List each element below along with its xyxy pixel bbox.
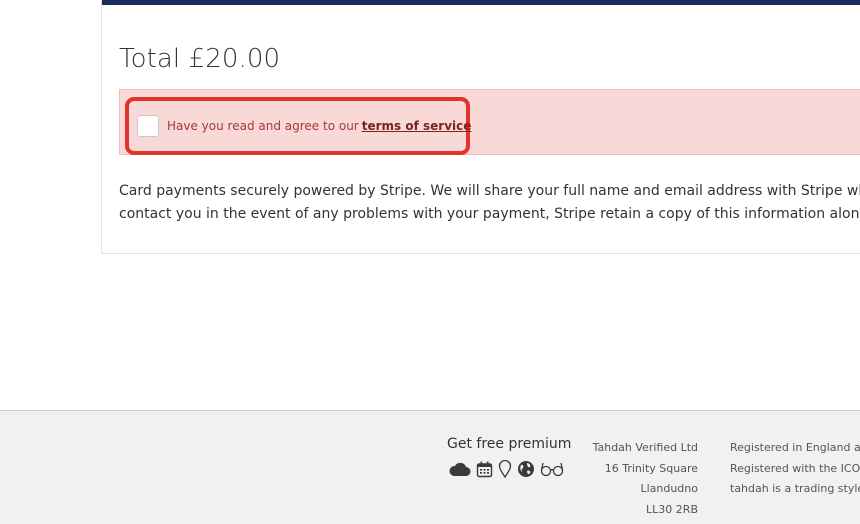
company-address: Tahdah Verified Ltd 16 Trinity Square Ll… <box>588 438 698 520</box>
map-pin-icon <box>498 459 512 479</box>
site-footer: Get free premium Tahdah Verified Ltd 16 … <box>0 410 860 524</box>
premium-icons <box>449 459 564 479</box>
terms-label: Have you read and agree to our <box>167 119 359 133</box>
globe-icon <box>517 460 535 478</box>
stripe-notice-line-1: Card payments securely powered by Stripe… <box>119 183 860 199</box>
legal-line: tahdah is a trading style <box>730 482 860 495</box>
stripe-notice-line-2: contact you in the event of any problems… <box>119 206 860 222</box>
calendar-icon <box>476 461 493 478</box>
payment-page: Total £20.00 Have you read and agree to … <box>0 0 860 524</box>
legal-line: Registered with the ICO <box>730 461 860 475</box>
address-line: 16 Trinity Square <box>604 461 698 475</box>
stripe-notice: Card payments securely powered by Stripe… <box>119 180 860 226</box>
terms-of-service-link[interactable]: terms of service <box>362 119 472 133</box>
legal-notice: Registered in England ar Registered with… <box>730 438 860 500</box>
glasses-icon <box>540 461 564 477</box>
premium-title[interactable]: Get free premium <box>447 436 571 452</box>
cloud-icon <box>449 461 471 477</box>
legal-line: Registered in England ar <box>730 441 860 454</box>
address-line: Llandudno <box>640 482 698 495</box>
address-line: LL30 2RB <box>646 502 698 516</box>
terms-checkbox[interactable] <box>137 115 159 137</box>
terms-alert: Have you read and agree to our terms of … <box>119 89 860 155</box>
card-top-bar <box>102 0 860 5</box>
order-total: Total £20.00 <box>119 44 281 74</box>
address-line: Tahdah Verified Ltd <box>592 441 698 454</box>
terms-row: Have you read and agree to our terms of … <box>137 115 471 137</box>
payment-card: Total £20.00 Have you read and agree to … <box>101 0 860 254</box>
